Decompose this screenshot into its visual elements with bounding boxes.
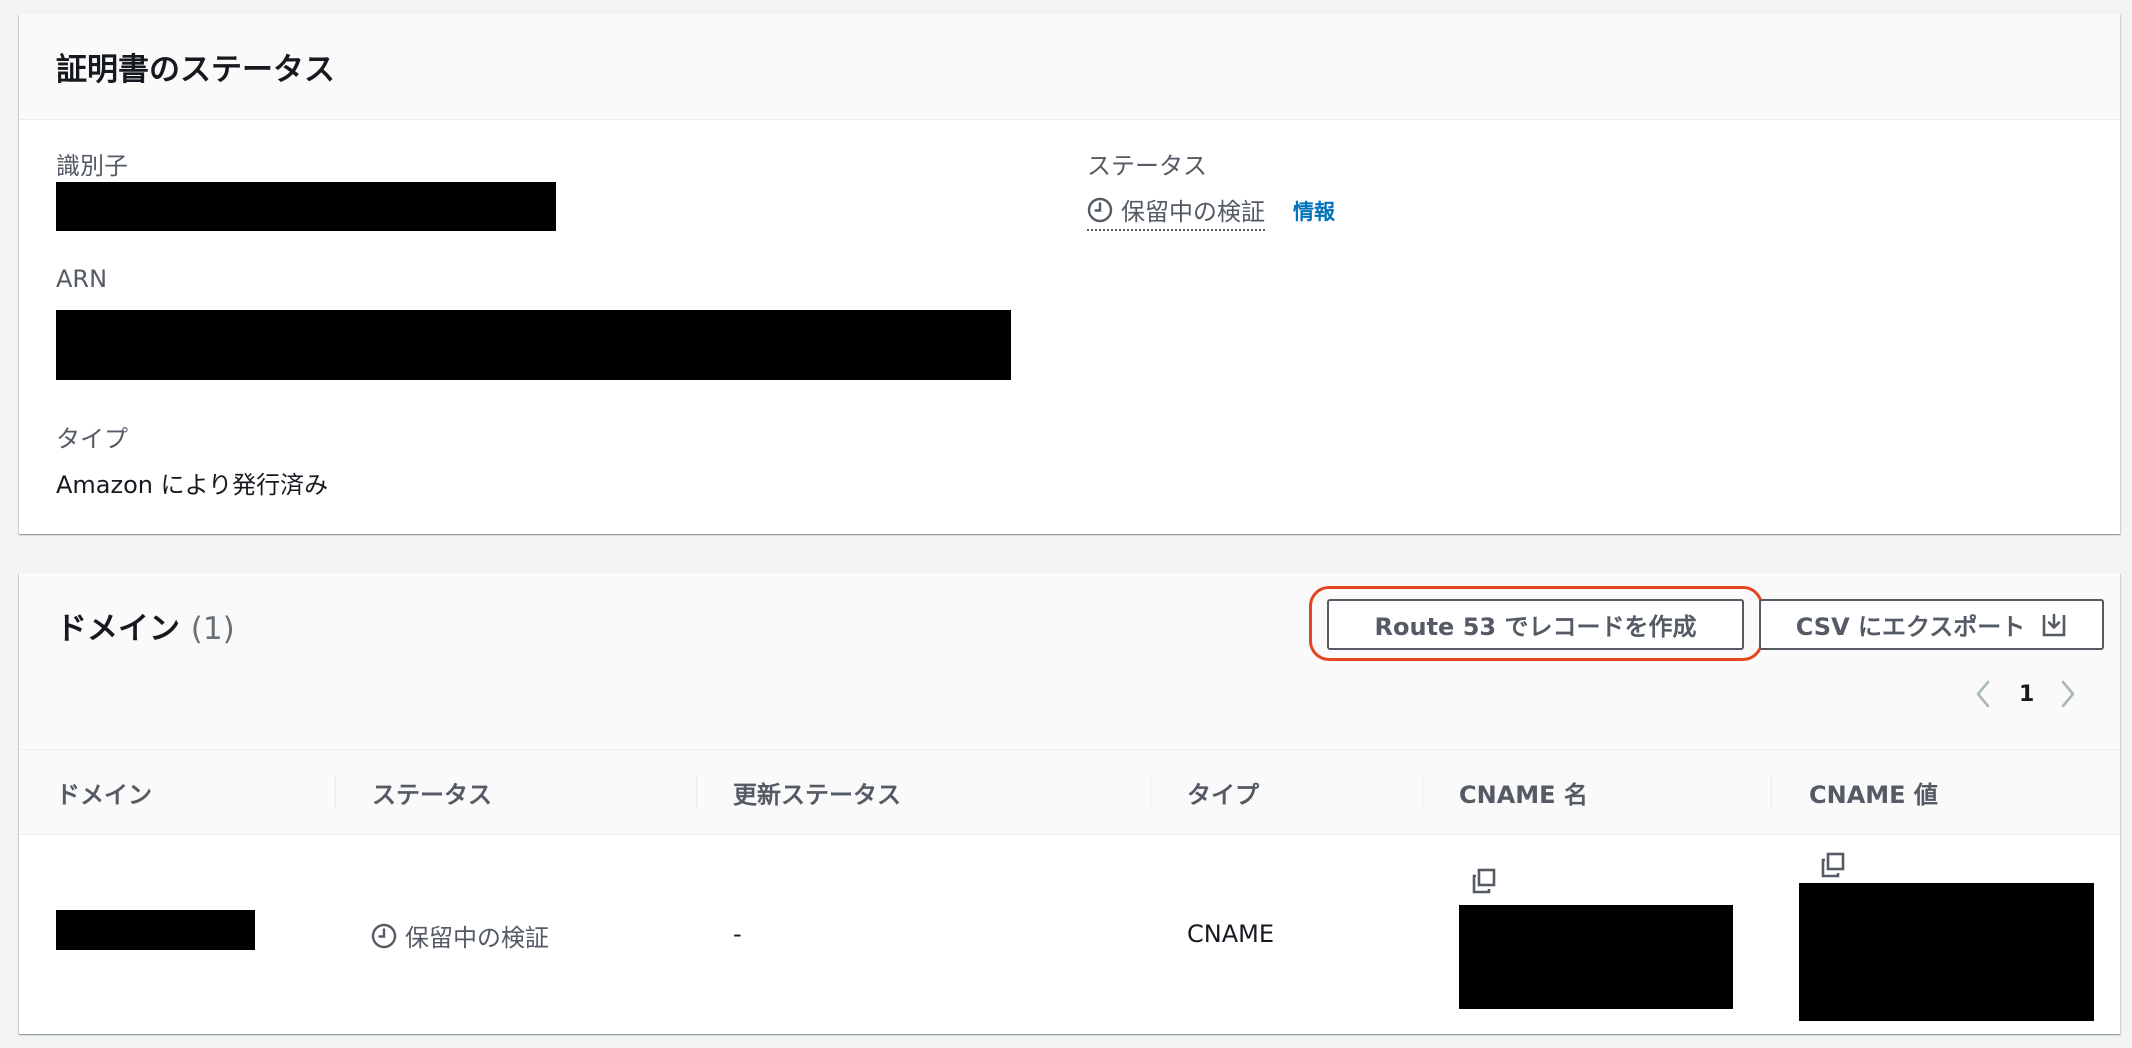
- chevron-left-icon[interactable]: [1973, 678, 1993, 710]
- column-divider: [335, 774, 336, 810]
- certificate-status-header: 証明書のステータス: [19, 14, 2120, 120]
- column-divider: [1771, 774, 1772, 810]
- pagination-current-page[interactable]: 1: [2019, 682, 2034, 707]
- row-type: CNAME: [1187, 920, 1274, 948]
- domains-title: ドメイン (1): [56, 603, 235, 648]
- arn-label: ARN: [56, 265, 108, 293]
- certificate-status-title: 証明書のステータス: [56, 52, 335, 88]
- create-route53-records-button[interactable]: Route 53 でレコードを作成: [1327, 599, 1744, 650]
- domains-title-text: ドメイン: [56, 611, 180, 647]
- domains-panel: ドメイン (1) Route 53 でレコードを作成 CSV にエクスポート 1…: [19, 573, 2120, 1034]
- copy-icon[interactable]: [1819, 851, 1847, 879]
- download-icon: [2042, 613, 2066, 636]
- domains-count: (1): [190, 611, 235, 647]
- column-divider: [1150, 774, 1151, 810]
- table-header-row: ドメイン ステータス 更新ステータス タイプ CNAME 名 CNAME 値: [19, 749, 2120, 835]
- cname-name-redacted: [1459, 905, 1733, 1009]
- status-pending[interactable]: 保留中の検証: [1087, 192, 1265, 231]
- row-status-pending: 保留中の検証: [371, 918, 549, 953]
- type-value: Amazon により発行済み: [56, 471, 329, 499]
- column-header-renewal-status[interactable]: 更新ステータス: [733, 750, 901, 834]
- column-divider: [696, 774, 697, 810]
- identifier-label: 識別子: [56, 152, 128, 180]
- column-header-type[interactable]: タイプ: [1187, 750, 1259, 834]
- column-header-cname-value[interactable]: CNAME 値: [1809, 750, 1938, 834]
- status-pending-text: 保留中の検証: [1121, 198, 1265, 226]
- clock-icon: [371, 923, 397, 948]
- status-value-group: 保留中の検証: [1087, 192, 1265, 231]
- status-label: ステータス: [1087, 152, 1207, 180]
- certificate-status-panel: 証明書のステータス 識別子 ARN タイプ Amazon により発行済み ステー…: [19, 14, 2120, 534]
- column-header-domain[interactable]: ドメイン: [56, 750, 152, 834]
- identifier-value-redacted: [56, 182, 556, 231]
- clock-icon: [1087, 197, 1113, 222]
- arn-value-redacted: [56, 310, 1011, 380]
- type-label: タイプ: [56, 425, 128, 453]
- row-status-text: 保留中の検証: [405, 924, 549, 952]
- domain-name-redacted: [56, 910, 255, 950]
- chevron-right-icon[interactable]: [2058, 678, 2078, 710]
- column-divider: [1422, 774, 1423, 810]
- row-renewal-status: -: [733, 920, 742, 948]
- pagination: 1: [1973, 678, 2078, 710]
- column-header-status[interactable]: ステータス: [372, 750, 492, 834]
- cname-value-redacted: [1799, 883, 2094, 1021]
- create-route53-records-label: Route 53 でレコードを作成: [1374, 613, 1697, 641]
- info-link[interactable]: 情報: [1293, 196, 1335, 226]
- column-header-cname-name[interactable]: CNAME 名: [1459, 750, 1588, 834]
- copy-icon[interactable]: [1470, 867, 1498, 895]
- export-csv-button[interactable]: CSV にエクスポート: [1759, 599, 2104, 650]
- domains-header: ドメイン (1) Route 53 でレコードを作成 CSV にエクスポート 1: [19, 573, 2120, 749]
- export-csv-label: CSV にエクスポート: [1795, 613, 2026, 641]
